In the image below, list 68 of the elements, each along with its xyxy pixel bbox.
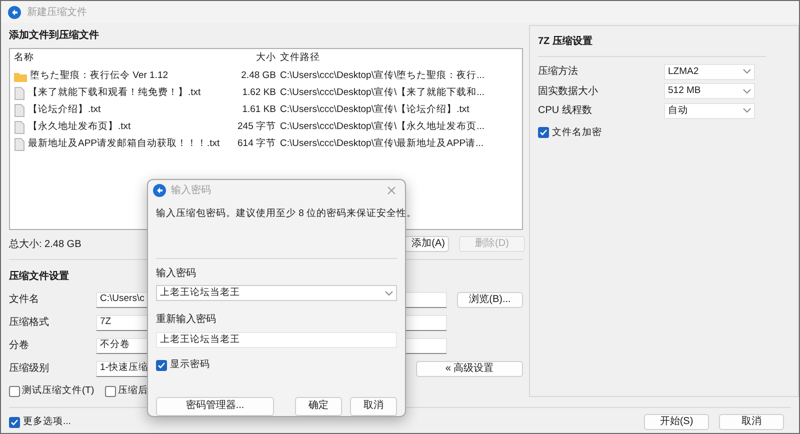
field-label: 压缩方法 <box>538 64 579 80</box>
field-label: 压缩格式 <box>9 316 50 330</box>
app-icon <box>153 184 166 196</box>
dropdown-field[interactable]: 自动 <box>664 102 755 119</box>
file-size: 1.61 KB <box>241 103 277 118</box>
file-path: C:\Users\ccc\Desktop\宣传\【永久地址发布页... <box>280 120 486 134</box>
checkbox[interactable] <box>538 127 549 138</box>
column-header: 文件路径 <box>280 51 321 66</box>
file-path: C:\Users\ccc\Desktop\宣传\最新地址及APP请... <box>280 137 485 152</box>
chevron-icon <box>385 290 393 296</box>
file-name: 最新地址及APP请发邮箱自动获取！！！.txt <box>28 137 220 152</box>
file-icon <box>14 104 25 117</box>
chevron-icon <box>743 88 751 94</box>
checkbox-label: 测试压缩文件(T) <box>22 384 94 398</box>
checkbox-label: 显示密码 <box>170 358 210 372</box>
section-heading: 添加文件到压缩文件 <box>9 28 100 43</box>
field-label: 文件名 <box>9 292 40 307</box>
file-name: 【永久地址发布页】.txt <box>28 120 131 134</box>
folder-icon <box>14 71 27 82</box>
field-label: 输入密码 <box>156 266 197 282</box>
checkbox-label: 压缩后 <box>118 384 148 398</box>
dialog-title: 输入密码 <box>171 184 211 198</box>
app-icon <box>8 6 21 18</box>
dialog-message: 输入压缩包密码。建议使用至少 8 位的密码来保证安全性。 <box>156 208 417 219</box>
file-size: 614 字节 <box>236 137 277 152</box>
button[interactable]: 浏览(B)... <box>457 292 523 308</box>
dropdown-field[interactable]: LZMA2 <box>664 64 755 80</box>
button[interactable]: « 高级设置 <box>416 360 523 376</box>
field-label: 压缩级别 <box>9 362 50 376</box>
button[interactable]: 取消 <box>719 414 784 430</box>
column-header: 名称 <box>13 51 35 66</box>
section-heading: 压缩文件设置 <box>9 270 69 284</box>
chevron-icon <box>743 108 751 114</box>
file-name: 堕ちた聖痕：夜行伝令 Ver 1.12 <box>30 69 168 84</box>
button[interactable]: 确定 <box>295 396 342 416</box>
button[interactable]: 密码管理器... <box>156 396 274 416</box>
dropdown-field[interactable]: 512 MB <box>664 83 755 100</box>
field-label: 固实数据大小 <box>538 84 599 99</box>
file-path: C:\Users\ccc\Desktop\宣传\【论坛介绍】.txt <box>280 103 470 118</box>
section-heading: 7Z 压缩设置 <box>538 34 594 49</box>
file-size: 2.48 GB <box>240 69 277 84</box>
file-icon <box>14 138 25 151</box>
file-size: 245 字节 <box>236 120 277 134</box>
column-header: 大小 <box>255 51 277 66</box>
checkbox-label: 文件名加密 <box>552 126 602 140</box>
password-field[interactable]: 上老王论坛当老王 <box>156 285 397 302</box>
file-icon <box>14 87 25 100</box>
password-field[interactable]: 上老王论坛当老王 <box>156 332 397 348</box>
checkbox[interactable] <box>9 416 20 428</box>
button[interactable]: 取消 <box>350 396 397 416</box>
field-label: CPU 线程数 <box>538 104 593 118</box>
checkbox[interactable] <box>9 386 20 397</box>
field-label: 分卷 <box>9 339 30 353</box>
chevron-icon <box>743 69 751 74</box>
file-size: 1.62 KB <box>241 86 277 100</box>
file-path: C:\Users\ccc\Desktop\宣传\【来了就能下载和... <box>280 86 486 100</box>
close-icon[interactable] <box>387 186 396 194</box>
checkbox[interactable] <box>156 360 167 371</box>
file-path: C:\Users\ccc\Desktop\宣传\堕ちた聖痕：夜行... <box>280 69 486 84</box>
total-size: 总大小: 2.48 GB <box>9 238 82 252</box>
button[interactable]: 开始(S) <box>644 414 709 430</box>
window-title: 新建压缩文件 <box>27 6 87 20</box>
file-name: 【来了就能下载和观看！纯免费！】.txt <box>28 86 201 100</box>
checkbox-label: 更多选项... <box>23 414 71 429</box>
field-label: 重新输入密码 <box>156 312 217 328</box>
checkbox[interactable] <box>105 386 116 397</box>
file-icon <box>14 121 25 134</box>
file-name: 【论坛介绍】.txt <box>28 103 101 118</box>
